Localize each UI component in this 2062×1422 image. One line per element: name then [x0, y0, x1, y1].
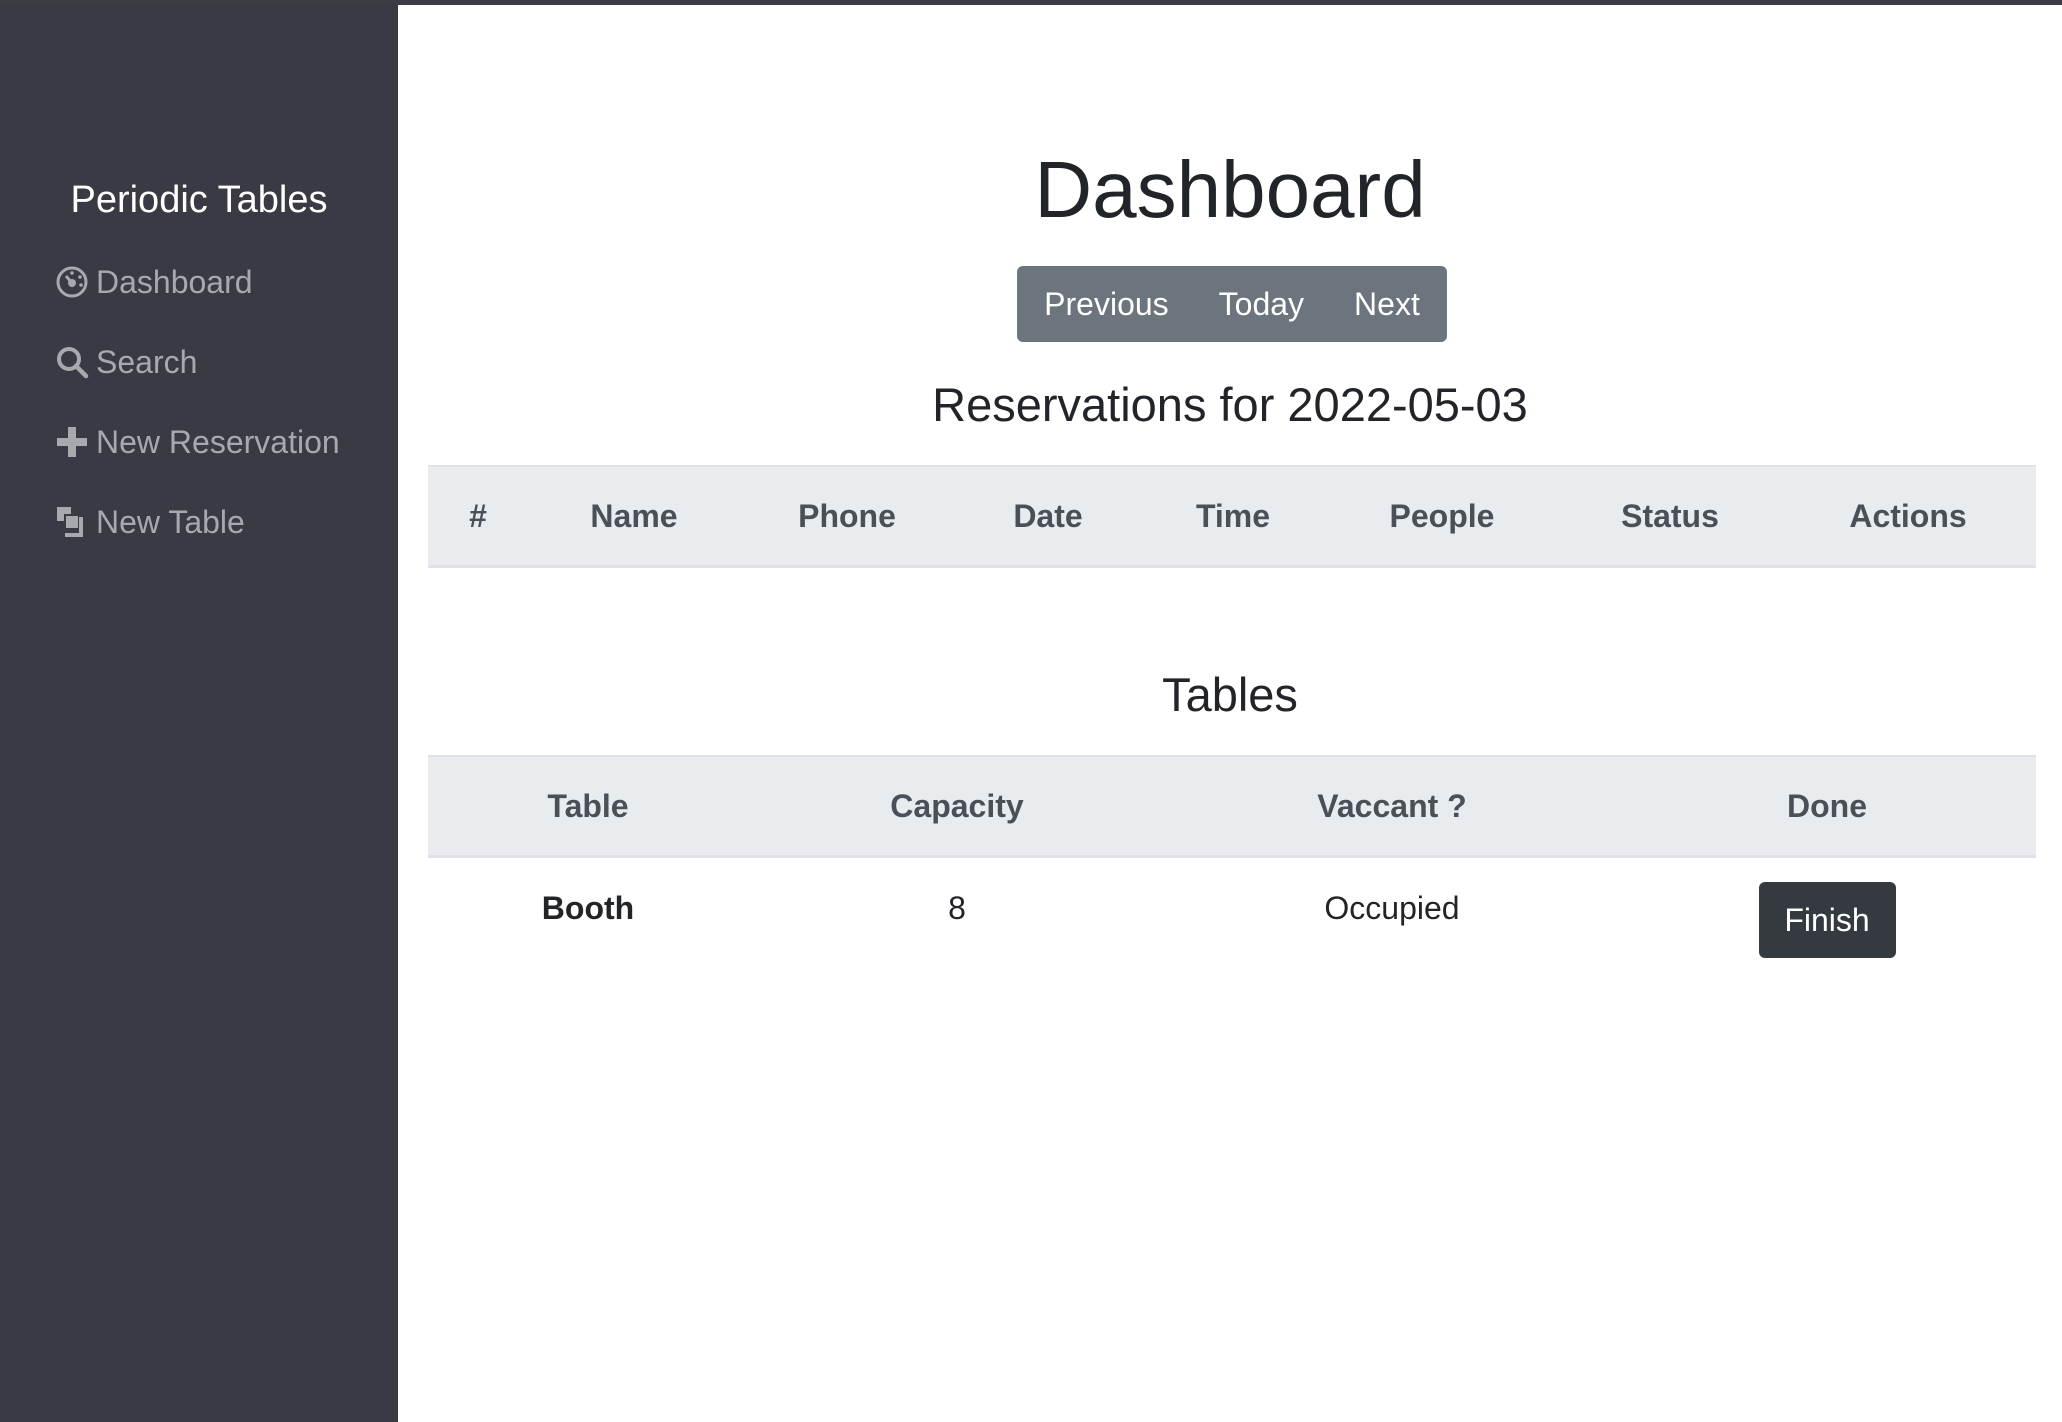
column-header-time: Time — [1142, 465, 1324, 568]
sidebar-item-search[interactable]: Search — [54, 337, 197, 387]
table-header-row: # Name Phone Date Time People Status Act… — [428, 465, 2036, 568]
page-title: Dashboard — [1034, 145, 1426, 234]
column-header-vacant: Vaccant ? — [1166, 755, 1618, 858]
reservations-heading: Reservations for 2022-05-03 — [932, 378, 1528, 431]
column-header-people: People — [1324, 465, 1560, 568]
column-header-done: Done — [1618, 755, 2036, 858]
table-status-cell: Occupied — [1324, 890, 1460, 926]
tables-icon — [54, 504, 90, 540]
previous-button[interactable]: Previous — [1019, 266, 1194, 342]
table-row: Booth 8 Occupied Finish — [428, 857, 2036, 991]
column-header-status: Status — [1560, 465, 1780, 568]
plus-icon — [54, 424, 90, 460]
sidebar-item-new-reservation[interactable]: New Reservation — [54, 417, 340, 467]
column-header-capacity: Capacity — [748, 755, 1166, 858]
search-icon — [54, 344, 90, 380]
brand-title: Periodic Tables — [70, 179, 328, 221]
sidebar-item-new-table[interactable]: New Table — [54, 497, 245, 547]
table-name-cell: Booth — [541, 890, 635, 926]
date-navigation: Previous Today Next — [1017, 266, 1447, 342]
column-header-date: Date — [954, 465, 1142, 568]
sidebar-item-label: New Table — [96, 503, 245, 540]
finish-button[interactable]: Finish — [1758, 882, 1896, 958]
column-header-actions: Actions — [1780, 465, 2036, 568]
main-content: Dashboard Previous Today Next Reservatio… — [398, 5, 2062, 1422]
next-button[interactable]: Next — [1329, 266, 1445, 342]
column-header-name: Name — [528, 465, 740, 568]
column-header-table: Table — [428, 755, 748, 858]
dashboard-icon — [54, 264, 90, 300]
table-action-cell: Finish — [1618, 857, 2036, 991]
column-header-phone: Phone — [740, 465, 954, 568]
sidebar-item-label: New Reservation — [96, 423, 340, 460]
today-button[interactable]: Today — [1194, 266, 1329, 342]
sidebar-item-dashboard[interactable]: Dashboard — [54, 257, 253, 307]
column-header-number: # — [428, 465, 528, 568]
reservations-table: # Name Phone Date Time People Status Act… — [428, 465, 2036, 568]
sidebar: Periodic Tables Dashboard Search New Res… — [0, 5, 398, 1422]
tables-heading: Tables — [1162, 668, 1298, 721]
table-capacity-cell: 8 — [948, 890, 966, 926]
sidebar-item-label: Dashboard — [96, 263, 253, 300]
tables-table: Table Capacity Vaccant ? Done Booth 8 Oc… — [428, 755, 2036, 990]
sidebar-item-label: Search — [96, 343, 198, 380]
table-header-row: Table Capacity Vaccant ? Done — [428, 755, 2036, 858]
